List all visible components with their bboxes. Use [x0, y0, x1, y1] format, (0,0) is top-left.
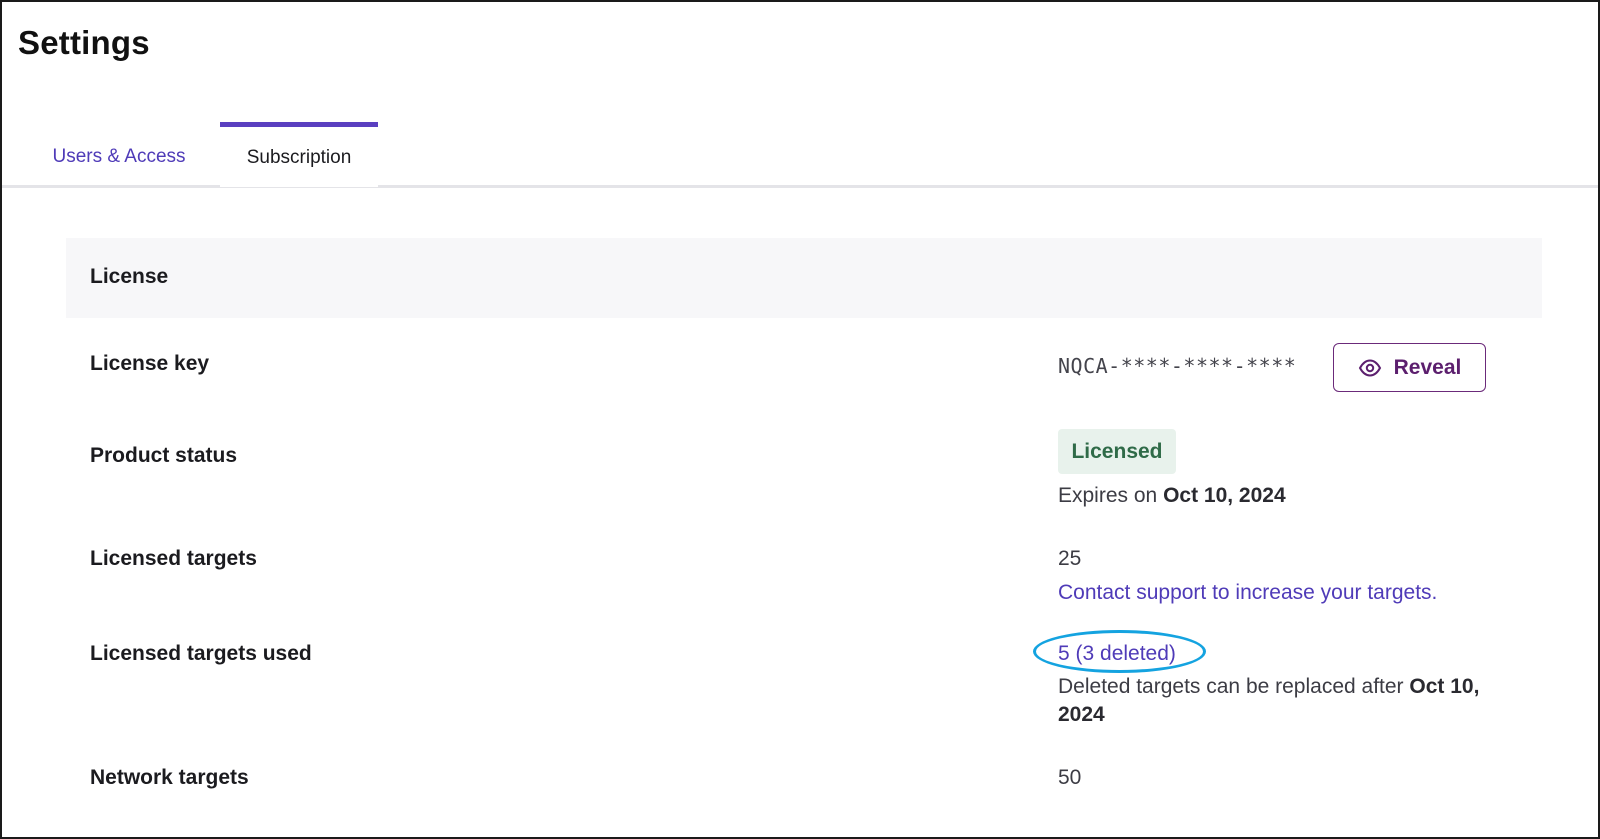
status-badge: Licensed	[1058, 429, 1176, 474]
tab-bar: Users & Access Subscription	[2, 122, 1598, 188]
deleted-targets-note: Deleted targets can be replaced after Oc…	[1058, 673, 1508, 729]
expiry-text: Expires on Oct 10, 2024	[1058, 484, 1286, 508]
expires-prefix: Expires on	[1058, 484, 1158, 507]
licensed-targets-label: Licensed targets	[90, 547, 257, 570]
page-title: Settings	[18, 24, 150, 61]
reveal-label: Reveal	[1393, 355, 1462, 379]
eye-icon	[1358, 358, 1382, 377]
licensed-targets-used-label: Licensed targets used	[90, 642, 312, 665]
highlight-circle	[1033, 630, 1206, 673]
product-status-label: Product status	[90, 444, 238, 467]
license-section-header: License	[66, 238, 1542, 318]
license-key-value: NQCA-****-****-****	[1058, 354, 1297, 378]
reveal-button[interactable]: Reveal	[1333, 343, 1486, 392]
network-targets-value: 50	[1058, 766, 1082, 789]
tab-users-access[interactable]: Users & Access	[24, 122, 214, 185]
note-prefix: Deleted targets can be replaced after	[1058, 675, 1404, 698]
tab-subscription[interactable]: Subscription	[220, 122, 378, 187]
expires-date: Oct 10, 2024	[1163, 484, 1286, 507]
licensed-targets-value: 25	[1058, 547, 1082, 570]
section-title: License	[90, 265, 169, 288]
contact-support-link[interactable]: Contact support to increase your targets…	[1058, 581, 1437, 605]
license-key-label: License key	[90, 352, 210, 375]
network-targets-label: Network targets	[90, 766, 249, 789]
settings-window: Settings Users & Access Subscription Lic…	[0, 0, 1600, 839]
